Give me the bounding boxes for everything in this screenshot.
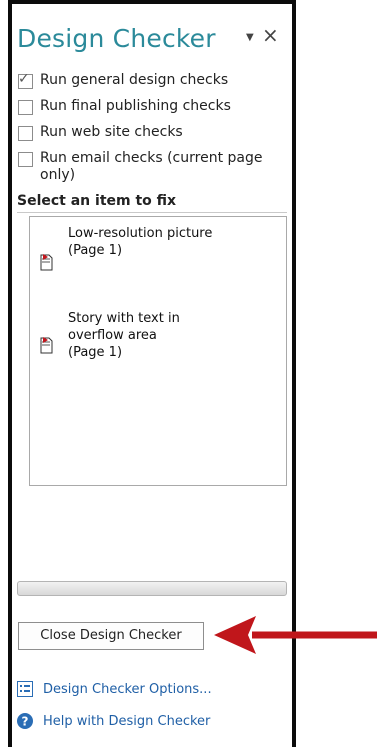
list-item-story-overflow[interactable]: Story with text in overflow area (Page 1… [30, 308, 286, 368]
dropdown-triangle-icon[interactable]: ▼ [246, 33, 258, 43]
issue-title-line1: Story with text in [68, 311, 180, 326]
option-label: Run final publishing checks [40, 98, 231, 114]
issue-text: Low-resolution picture (Page 1) [68, 225, 268, 259]
option-general-checks[interactable]: ✓ Run general design checks [18, 71, 229, 89]
list-item-low-resolution-picture[interactable]: Low-resolution picture (Page 1) [30, 223, 286, 275]
issue-text: Story with text in overflow area (Page 1… [68, 310, 268, 361]
document-flag-icon [40, 254, 53, 271]
option-email-checks[interactable]: Run email checks (current page only) [18, 150, 262, 184]
issues-list[interactable]: Low-resolution picture (Page 1) Story wi… [29, 216, 287, 486]
checkbox-email[interactable] [18, 152, 33, 167]
close-design-checker-button[interactable]: Close Design Checker [18, 622, 204, 650]
checkbox-web-site[interactable] [18, 126, 33, 141]
help-link-label: Help with Design Checker [43, 713, 211, 729]
options-link-label: Design Checker Options... [43, 681, 212, 697]
option-label-line2: only) [40, 167, 76, 183]
document-flag-icon [40, 337, 53, 354]
issue-title: Low-resolution picture [68, 226, 213, 241]
help-question-icon: ? [17, 713, 33, 729]
help-with-design-checker-link[interactable]: ? Help with Design Checker [17, 713, 210, 729]
option-label: Run email checks (current page only) [40, 150, 262, 184]
issue-page: (Page 1) [68, 345, 123, 360]
svg-text:?: ? [22, 715, 29, 729]
option-label: Run general design checks [40, 72, 229, 88]
checkbox-final-publishing[interactable] [18, 100, 33, 115]
option-label-line1: Run email checks (current page [40, 150, 263, 166]
close-x-icon[interactable]: × [262, 25, 280, 45]
option-label: Run web site checks [40, 124, 183, 140]
option-web-site-checks[interactable]: Run web site checks [18, 124, 183, 141]
red-arrow-icon [214, 616, 377, 654]
pane-title: Design Checker [17, 24, 216, 53]
issue-page: (Page 1) [68, 243, 123, 258]
options-list-icon [17, 681, 33, 697]
select-item-header: Select an item to fix [17, 193, 177, 209]
issue-title-line2: overflow area [68, 328, 157, 343]
checkmark-icon: ✓ [18, 71, 30, 87]
screenshot-frame: Design Checker ▼ × ✓ Run general design … [0, 0, 377, 747]
section-divider [17, 212, 287, 213]
option-final-publishing-checks[interactable]: Run final publishing checks [18, 98, 231, 115]
design-checker-options-link[interactable]: Design Checker Options... [17, 681, 212, 697]
checkbox-general[interactable]: ✓ [18, 71, 33, 89]
check-progress-bar [17, 581, 287, 596]
